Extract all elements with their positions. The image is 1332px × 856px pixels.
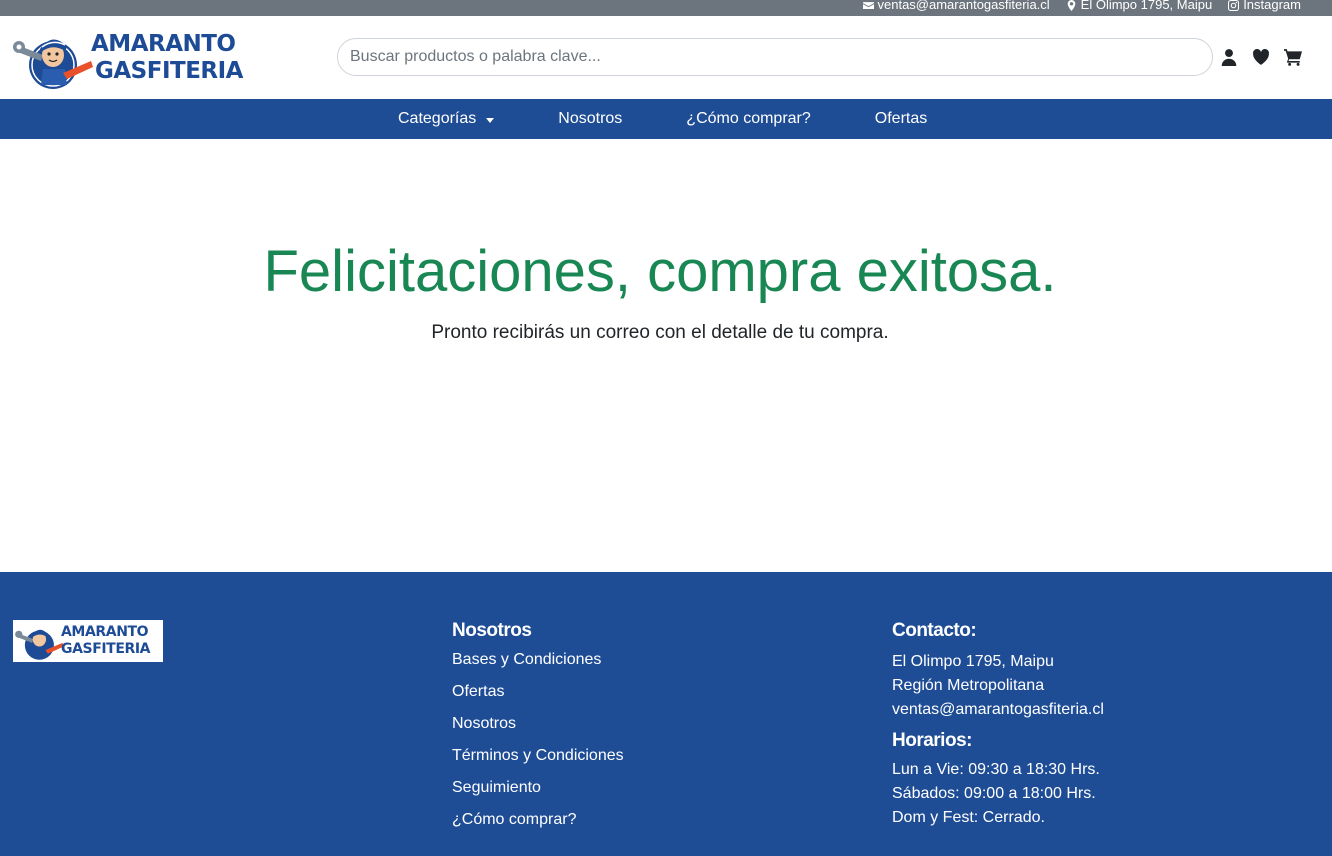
- nav-item-label: Nosotros: [558, 110, 623, 127]
- nav-item-como-comprar[interactable]: ¿Cómo comprar?: [686, 110, 810, 128]
- footer-links-column: Nosotros Bases y Condiciones Ofertas Nos…: [452, 620, 624, 836]
- heart-icon[interactable]: [1252, 48, 1270, 66]
- footer-link-terminos[interactable]: Términos y Condiciones: [452, 740, 624, 772]
- logo-line-1: AMARANTO: [91, 30, 236, 57]
- footer-link-como-comprar[interactable]: ¿Cómo comprar?: [452, 804, 624, 836]
- topbar-instagram[interactable]: Instagram: [1228, 0, 1301, 11]
- nav-item-label: ¿Cómo comprar?: [686, 110, 811, 127]
- hours-saturday: Sábados: 09:00 a 18:00 Hrs.: [892, 785, 1096, 802]
- site-footer: AMARANTO GASFITERIA Nosotros Bases y Con…: [0, 572, 1332, 856]
- footer-logo[interactable]: AMARANTO GASFITERIA: [13, 620, 163, 662]
- footer-contact-column: Contacto: El Olimpo 1795, Maipu Región M…: [892, 620, 1104, 830]
- contact-email[interactable]: ventas@amarantogasfiteria.cl: [892, 698, 1104, 722]
- header-actions: [1220, 48, 1302, 66]
- footer-logo-line-2: GASFITERIA: [61, 641, 151, 657]
- instagram-icon: [1228, 0, 1240, 11]
- site-logo[interactable]: AMARANTO GASFITERIA: [13, 25, 253, 91]
- footer-link-seguimiento[interactable]: Seguimiento: [452, 772, 624, 804]
- topbar-address[interactable]: El Olimpo 1795, Maipu: [1066, 0, 1213, 12]
- footer-hours-title: Horarios:: [892, 730, 972, 751]
- hours-sunday: Dom y Fest: Cerrado.: [892, 809, 1045, 826]
- topbar-instagram-text: Instagram: [1243, 0, 1301, 12]
- hours-weekdays: Lun a Vie: 09:30 a 18:30 Hrs.: [892, 761, 1100, 778]
- plumber-mascot-icon: [13, 38, 93, 89]
- main-nav: Categorías Nosotros ¿Cómo comprar? Ofert…: [0, 99, 1332, 139]
- success-title: Felicitaciones, compra exitosa.: [263, 239, 1057, 304]
- caret-down-icon: [486, 117, 495, 123]
- footer-link-bases[interactable]: Bases y Condiciones: [452, 644, 624, 676]
- nav-item-ofertas[interactable]: Ofertas: [875, 110, 927, 128]
- footer-logo-line-1: AMARANTO: [61, 624, 149, 640]
- contact-address: El Olimpo 1795, Maipu: [892, 653, 1054, 670]
- footer-link-nosotros[interactable]: Nosotros: [452, 708, 624, 740]
- cart-icon[interactable]: [1284, 48, 1302, 66]
- footer-link-ofertas[interactable]: Ofertas: [452, 676, 624, 708]
- envelope-icon: [862, 1, 874, 9]
- logo-line-2: GASFITERIA: [95, 57, 243, 84]
- map-pin-icon: [1067, 0, 1075, 11]
- topbar-email[interactable]: ventas@amarantogasfiteria.cl: [862, 0, 1050, 12]
- topbar-address-text: El Olimpo 1795, Maipu: [1080, 0, 1213, 12]
- footer-links-title: Nosotros: [452, 620, 532, 641]
- success-subtitle: Pronto recibirás un correo con el detall…: [431, 322, 889, 343]
- main-content: Felicitaciones, compra exitosa. Pronto r…: [0, 139, 1332, 572]
- contact-region: Región Metropolitana: [892, 677, 1045, 694]
- site-header: AMARANTO GASFITERIA: [0, 16, 1332, 99]
- search-input[interactable]: [337, 38, 1213, 76]
- user-icon[interactable]: [1220, 48, 1238, 66]
- topbar-email-text: ventas@amarantogasfiteria.cl: [877, 0, 1050, 12]
- nav-item-label: Categorías: [398, 110, 477, 127]
- nav-item-nosotros[interactable]: Nosotros: [558, 110, 622, 128]
- nav-item-categorias[interactable]: Categorías: [398, 110, 495, 128]
- footer-contact-title: Contacto:: [892, 620, 977, 641]
- nav-item-label: Ofertas: [874, 110, 928, 127]
- plumber-mascot-icon: [15, 629, 64, 660]
- top-info-bar: ventas@amarantogasfiteria.cl El Olimpo 1…: [0, 0, 1332, 16]
